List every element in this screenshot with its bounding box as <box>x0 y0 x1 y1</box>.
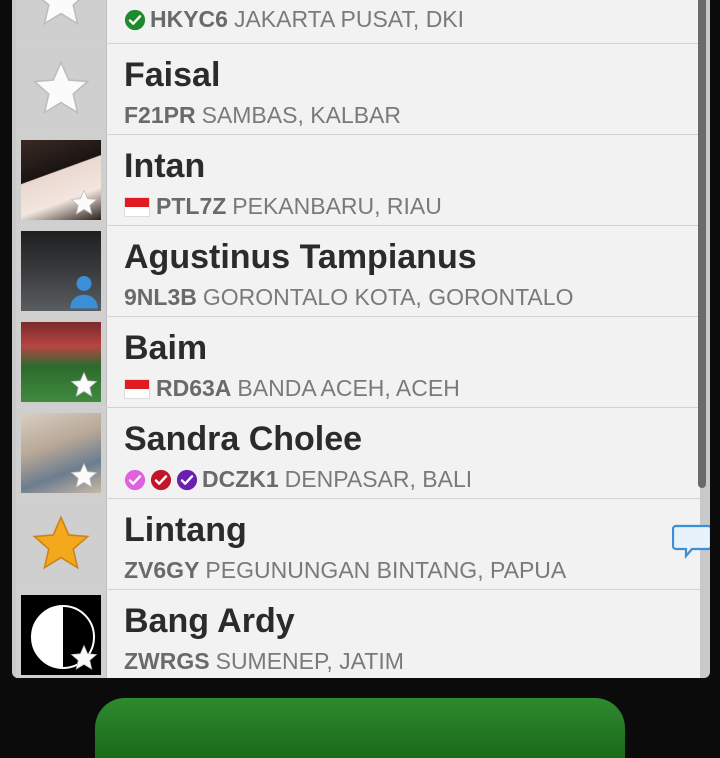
avatar[interactable] <box>16 226 107 316</box>
check-circle-icon <box>124 9 146 30</box>
contact-subtitle: HKYC6 JAKARTA PUSAT, DKI <box>124 6 464 33</box>
avatar-photo <box>21 322 101 402</box>
avatar[interactable] <box>16 44 107 134</box>
contact-row[interactable]: Lintang ZV6GY PEGUNUNGAN BINTANG, PAPUA <box>16 499 710 590</box>
contact-info: HKYC6 JAKARTA PUSAT, DKI <box>107 0 700 43</box>
chat-bubble-icon[interactable] <box>672 523 710 559</box>
contact-list[interactable]: HKYC6 JAKARTA PUSAT, DKI Faisal F21PR SA… <box>16 0 710 678</box>
contact-code: PTL7Z <box>156 193 227 219</box>
contact-info: Faisal F21PR SAMBAS, KALBAR <box>107 44 700 134</box>
contact-name: Baim <box>124 329 208 367</box>
contact-name: Bang Ardy <box>124 602 295 640</box>
check-circle-icon <box>124 469 146 490</box>
contact-row[interactable]: Bang Ardy ZWRGS SUMENEP, JATIM <box>16 590 700 678</box>
contact-row[interactable]: Sandra Cholee DCZK1 DENPASAR, BALI <box>16 408 700 499</box>
avatar[interactable] <box>16 590 107 678</box>
contact-location: PEKANBARU, RIAU <box>232 193 442 219</box>
scrollbar[interactable] <box>698 0 706 488</box>
contact-name: Intan <box>124 147 206 185</box>
contact-location: BANDA ACEH, ACEH <box>237 375 460 401</box>
check-circle-icon <box>176 469 198 490</box>
contact-subtitle: DCZK1 DENPASAR, BALI <box>124 466 472 493</box>
contact-info: Lintang ZV6GY PEGUNUNGAN BINTANG, PAPUA <box>107 499 710 589</box>
star-icon <box>32 515 90 570</box>
contact-code: F21PR <box>124 102 196 128</box>
star-icon <box>70 462 98 488</box>
contact-subtitle: F21PR SAMBAS, KALBAR <box>124 102 401 129</box>
contact-code: ZV6GY <box>124 557 200 583</box>
contact-code: HKYC6 <box>150 6 228 32</box>
contact-subtitle: ZV6GY PEGUNUNGAN BINTANG, PAPUA <box>124 557 566 584</box>
indonesia-flag-icon <box>124 378 150 399</box>
star-icon <box>70 189 98 215</box>
person-icon <box>70 276 98 309</box>
contact-code: DCZK1 <box>202 466 279 492</box>
contact-location: GORONTALO KOTA, GORONTALO <box>202 284 574 310</box>
contact-code: ZWRGS <box>124 648 210 674</box>
contact-location: PEGUNUNGAN BINTANG, PAPUA <box>205 557 567 583</box>
contact-name: Sandra Cholee <box>124 420 363 458</box>
contact-info: Bang Ardy ZWRGS SUMENEP, JATIM <box>107 590 700 678</box>
avatar[interactable] <box>16 499 107 589</box>
star-icon <box>32 60 90 115</box>
contact-location: DENPASAR, BALI <box>284 466 473 492</box>
bottom-action-button[interactable] <box>95 698 625 758</box>
indonesia-flag-icon <box>124 196 150 217</box>
contact-row[interactable]: Baim RD63A BANDA ACEH, ACEH <box>16 317 700 408</box>
avatar-photo <box>21 413 101 493</box>
contact-name: Faisal <box>124 56 221 94</box>
contact-row[interactable]: Agustinus Tampianus 9NL3B GORONTALO KOTA… <box>16 226 700 317</box>
contact-info: Agustinus Tampianus 9NL3B GORONTALO KOTA… <box>107 226 700 316</box>
avatar[interactable] <box>16 135 107 225</box>
contact-subtitle: ZWRGS SUMENEP, JATIM <box>124 648 404 675</box>
avatar-photo <box>21 595 101 675</box>
contact-location: SUMENEP, JATIM <box>215 648 404 674</box>
avatar-photo <box>21 140 101 220</box>
contact-name: Agustinus Tampianus <box>124 238 477 276</box>
avatar[interactable] <box>16 0 107 43</box>
contact-row[interactable]: HKYC6 JAKARTA PUSAT, DKI <box>16 0 700 44</box>
contact-name: Lintang <box>124 511 247 549</box>
contact-subtitle: 9NL3B GORONTALO KOTA, GORONTALO <box>124 284 573 311</box>
contact-info: Intan PTL7Z PEKANBARU, RIAU <box>107 135 700 225</box>
contact-subtitle: RD63A BANDA ACEH, ACEH <box>124 375 460 402</box>
check-circle-icon <box>150 469 172 490</box>
contact-code: RD63A <box>156 375 232 401</box>
star-icon <box>41 0 81 26</box>
contact-list-panel: HKYC6 JAKARTA PUSAT, DKI Faisal F21PR SA… <box>12 0 710 678</box>
avatar[interactable] <box>16 408 107 498</box>
avatar-photo <box>21 231 101 311</box>
contact-subtitle: PTL7Z PEKANBARU, RIAU <box>124 193 442 220</box>
star-icon <box>70 644 98 670</box>
contact-info: Baim RD63A BANDA ACEH, ACEH <box>107 317 700 407</box>
contact-location: SAMBAS, KALBAR <box>201 102 402 128</box>
contact-code: 9NL3B <box>124 284 197 310</box>
avatar[interactable] <box>16 317 107 407</box>
contact-row[interactable]: Intan PTL7Z PEKANBARU, RIAU <box>16 135 700 226</box>
contact-info: Sandra Cholee DCZK1 DENPASAR, BALI <box>107 408 700 498</box>
contact-location: JAKARTA PUSAT, DKI <box>233 6 465 32</box>
contact-row[interactable]: Faisal F21PR SAMBAS, KALBAR <box>16 44 700 135</box>
star-icon <box>70 371 98 397</box>
